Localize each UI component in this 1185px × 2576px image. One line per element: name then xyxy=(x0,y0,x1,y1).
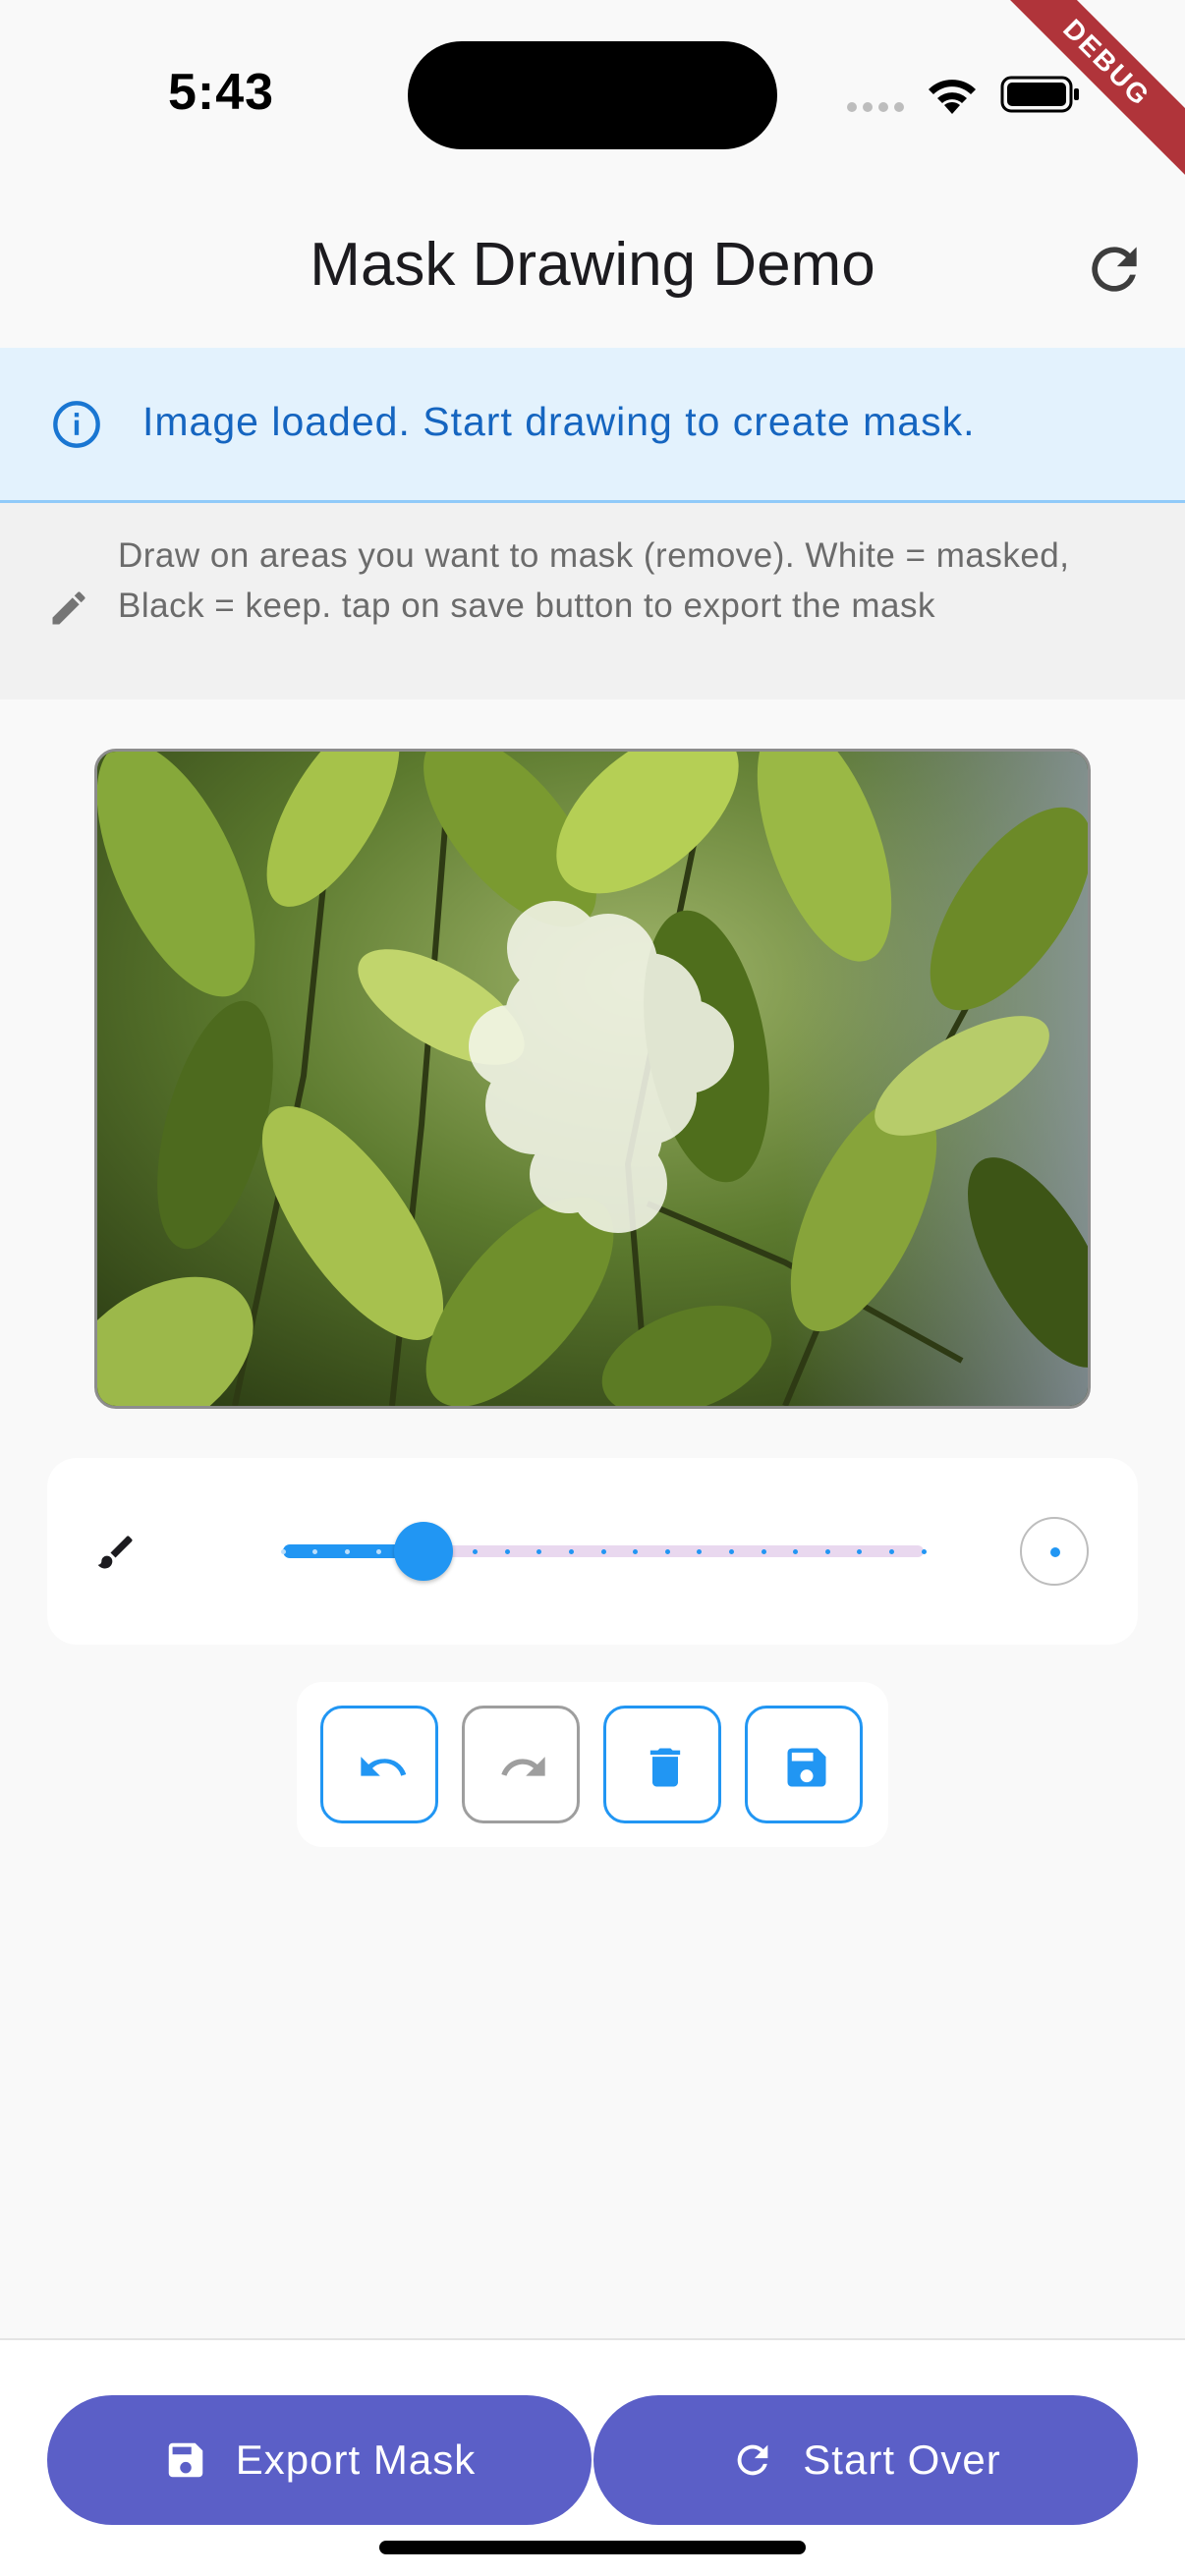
plant-photo xyxy=(97,752,1088,1406)
clear-button[interactable] xyxy=(603,1706,721,1823)
instructions-text: Draw on areas you want to mask (remove).… xyxy=(118,536,1070,625)
status-time: 5:43 xyxy=(167,64,275,121)
slider-tick xyxy=(504,1549,510,1554)
battery-icon xyxy=(1000,76,1079,113)
redo-button[interactable] xyxy=(462,1706,580,1823)
brush-size-slider[interactable] xyxy=(234,1517,981,1586)
slider-tick xyxy=(824,1549,830,1554)
instructions-panel: Draw on areas you want to mask (remove).… xyxy=(0,503,1185,700)
save-button[interactable] xyxy=(745,1706,863,1823)
save-icon xyxy=(168,2442,203,2478)
refresh-icon xyxy=(737,2444,768,2476)
undo-button[interactable] xyxy=(320,1706,438,1823)
start-over-label: Start Over xyxy=(803,2436,1001,2483)
app-bar: Mask Drawing Demo xyxy=(0,187,1185,348)
slider-tick xyxy=(664,1549,670,1554)
dynamic-island xyxy=(408,41,777,149)
info-message: Image loaded. Start drawing to create ma… xyxy=(142,399,976,444)
home-indicator xyxy=(379,2541,806,2554)
drawing-canvas[interactable] xyxy=(94,749,1091,1409)
start-over-button[interactable]: Start Over xyxy=(593,2395,1138,2525)
tool-panel xyxy=(297,1682,888,1847)
brush-size-preview xyxy=(1020,1517,1089,1586)
slider-tick xyxy=(921,1549,927,1554)
export-mask-button[interactable]: Export Mask xyxy=(47,2395,592,2525)
info-icon xyxy=(53,401,100,448)
page-title: Mask Drawing Demo xyxy=(310,231,875,299)
slider-tick xyxy=(728,1549,734,1554)
slider-track-inactive xyxy=(423,1545,924,1557)
slider-tick xyxy=(568,1549,574,1554)
slider-thumb[interactable] xyxy=(394,1522,454,1581)
export-mask-label: Export Mask xyxy=(235,2436,477,2483)
slider-tick xyxy=(600,1549,606,1554)
brush-size-panel xyxy=(47,1458,1138,1645)
status-bar: 5:43 xyxy=(0,0,1185,187)
slider-tick xyxy=(888,1549,894,1554)
brush-icon xyxy=(97,1536,133,1569)
brush-preview-dot xyxy=(1050,1547,1060,1557)
undo-icon xyxy=(361,1757,407,1776)
info-banner: Image loaded. Start drawing to create ma… xyxy=(0,348,1185,503)
trash-icon xyxy=(649,1748,681,1787)
refresh-icon[interactable] xyxy=(1081,236,1148,303)
pen-icon xyxy=(52,591,85,625)
slider-tick xyxy=(761,1549,766,1554)
slider-tick xyxy=(280,1549,286,1554)
cellular-signal-icon xyxy=(847,102,904,112)
wifi-icon xyxy=(929,80,976,114)
save-icon xyxy=(787,1748,826,1787)
redo-icon xyxy=(501,1757,545,1776)
slider-tick xyxy=(344,1549,350,1554)
